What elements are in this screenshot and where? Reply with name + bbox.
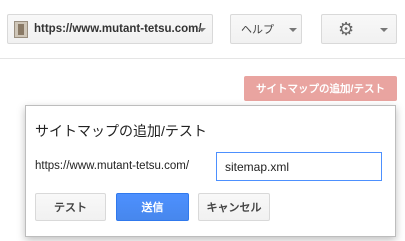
chevron-down-icon [380,28,388,32]
help-label: ヘルプ [241,24,274,36]
help-menu-button[interactable]: ヘルプ [230,14,302,44]
top-bar: https://www.mutant-tetsu.com/ ヘルプ ⚙ [0,0,405,58]
gear-icon: ⚙ [338,19,355,39]
sitemap-path-input[interactable] [216,152,382,181]
chevron-down-icon [289,28,297,32]
add-sitemap-dialog: サイトマップの追加/テスト https://www.mutant-tetsu.c… [25,105,396,237]
chevron-down-icon [198,28,206,32]
url-prefix-label: https://www.mutant-tetsu.com/ [35,160,190,172]
header-divider [0,58,405,59]
site-favicon-icon [14,20,28,38]
settings-menu-button[interactable]: ⚙ [321,14,397,44]
test-button[interactable]: テスト [35,193,106,221]
add-test-sitemap-button[interactable]: サイトマップの追加/テスト [244,76,397,101]
cancel-button[interactable]: キャンセル [198,193,270,221]
submit-button[interactable]: 送信 [116,193,189,221]
dialog-title: サイトマップの追加/テスト [35,123,207,139]
site-url-label: https://www.mutant-tetsu.com/ [34,23,202,35]
site-selector[interactable]: https://www.mutant-tetsu.com/ [7,14,213,44]
